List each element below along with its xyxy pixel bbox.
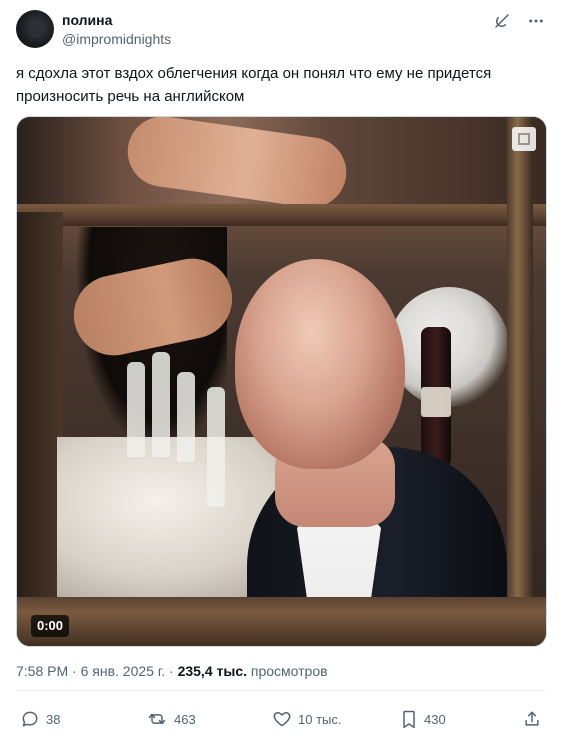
retweet-button[interactable]: 463 — [146, 705, 196, 733]
views-label: просмотров — [250, 663, 328, 679]
video-scene-bottle-label — [421, 387, 451, 417]
like-button[interactable]: 10 тыс. — [272, 705, 341, 733]
like-count: 10 тыс. — [298, 711, 342, 727]
post-date[interactable]: 6 янв. 2025 г. — [81, 663, 166, 679]
tweet-header: полина @impromidnights — [16, 10, 547, 50]
like-icon — [273, 712, 291, 727]
bookmark-count: 430 — [424, 711, 446, 727]
video-time: 0:00 — [31, 615, 70, 637]
user-name[interactable]: полина — [62, 12, 112, 29]
video-scene-frame-bottom — [17, 597, 546, 646]
action-bar: 38 463 10 тыс. 430 — [16, 705, 547, 733]
retweet-icon — [148, 714, 166, 724]
reply-count: 38 — [46, 711, 61, 727]
video-scene-frame-right — [507, 117, 533, 646]
video-player[interactable]: 0:00 — [16, 116, 547, 647]
video-scene-glass — [177, 372, 195, 462]
more-button[interactable] — [525, 10, 547, 32]
video-scene-frame-bar — [17, 204, 546, 226]
bookmark-icon — [403, 710, 415, 729]
divider — [16, 690, 547, 691]
avatar-image — [29, 20, 43, 38]
meta-separator: · — [165, 663, 178, 679]
bookmark-button[interactable]: 430 — [400, 705, 446, 733]
grok-button[interactable] — [491, 10, 513, 32]
share-icon — [525, 711, 539, 726]
reply-button[interactable]: 38 — [20, 705, 60, 733]
grok-icon — [495, 14, 509, 28]
meta-separator: · — [68, 663, 81, 679]
reply-icon — [22, 711, 38, 727]
tweet: полина @impromidnights я сдохла этот взд… — [0, 0, 563, 745]
tweet-text: я сдохла этот вздох облегчения когда он … — [16, 65, 492, 105]
video-scene-head — [235, 259, 405, 469]
video-scene-glass — [207, 387, 225, 507]
video-frame — [17, 117, 546, 646]
expand-icon[interactable] — [512, 127, 536, 151]
tweet-meta: 7:58 PM · 6 янв. 2025 г. · 235,4 тыс. пр… — [16, 662, 328, 680]
video-scene-glass — [152, 352, 170, 457]
top-right-actions — [491, 10, 547, 32]
user-handle[interactable]: @impromidnights — [62, 31, 171, 48]
views-count: 235,4 тыс. — [177, 663, 247, 679]
retweet-count: 463 — [174, 711, 196, 727]
video-scene-glass — [127, 362, 145, 457]
post-time[interactable]: 7:58 PM — [16, 663, 68, 679]
avatar[interactable] — [16, 10, 54, 48]
more-icon — [529, 19, 543, 23]
share-button[interactable] — [522, 705, 542, 733]
